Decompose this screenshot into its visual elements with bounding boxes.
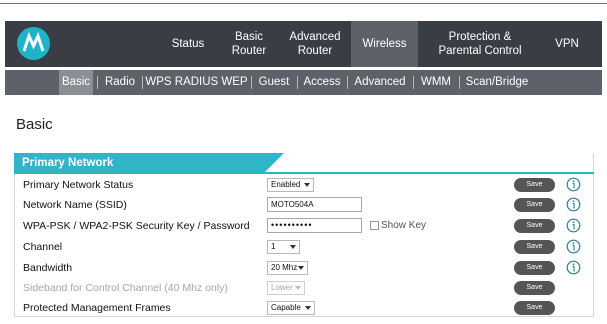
save-button[interactable]: Save (514, 240, 555, 254)
info-icon[interactable] (566, 197, 581, 212)
show-key-label: Show Key (381, 220, 427, 231)
save-button[interactable]: Save (514, 219, 555, 233)
setting-row-sideband: Sideband for Control Channel (40 Mhz onl… (15, 278, 593, 298)
show-key-checkbox[interactable] (370, 221, 379, 230)
setting-row-protected-management-frames: Protected Management Frames Capable Save (15, 298, 593, 318)
info-icon[interactable] (566, 177, 581, 192)
bandwidth-select[interactable]: 20 Mhz (267, 261, 308, 275)
setting-label: Bandwidth (23, 262, 73, 274)
save-button[interactable]: Save (514, 301, 555, 315)
setting-row-channel: Channel 1 Save (15, 237, 593, 257)
chevron-down-icon (295, 286, 301, 290)
info-icon[interactable] (566, 218, 581, 233)
chevron-down-icon (305, 306, 311, 310)
section-title: Primary Network (22, 157, 114, 169)
info-icon[interactable] (566, 260, 581, 275)
setting-label: WPA-PSK / WPA2-PSK Security Key / Passwo… (23, 220, 250, 232)
nav-item-basic-router[interactable]: Basic Router (219, 21, 279, 67)
setting-row-bandwidth: Bandwidth 20 Mhz Save (15, 258, 593, 278)
setting-label: Primary Network Status (23, 179, 134, 191)
sub-navigation: Basic Radio WPS RADIUS WEP Guest Access … (5, 70, 602, 95)
section-header-rule (14, 172, 594, 174)
subnav-basic[interactable]: Basic (59, 70, 93, 95)
setting-row-security-key: WPA-PSK / WPA2-PSK Security Key / Passwo… (15, 216, 593, 236)
subnav-separator (142, 76, 143, 89)
save-button[interactable]: Save (514, 281, 555, 295)
nav-item-protection-parental-control[interactable]: Protection & Parental Control (425, 21, 535, 67)
primary-network-status-select[interactable]: Enabled (267, 178, 314, 192)
save-button[interactable]: Save (514, 261, 555, 275)
channel-select[interactable]: 1 (267, 240, 300, 254)
setting-label: Channel (23, 241, 63, 253)
subnav-separator (459, 76, 460, 89)
subnav-separator (297, 76, 298, 89)
nav-item-advanced-router[interactable]: Advanced Router (283, 21, 347, 67)
security-key-input[interactable]: •••••••••• (267, 218, 362, 233)
subnav-access[interactable]: Access (300, 70, 344, 95)
subnav-guest[interactable]: Guest (254, 70, 294, 95)
chevron-down-icon (290, 245, 296, 249)
page-title: Basic (16, 116, 53, 133)
top-navigation: Status Basic Router Advanced Router Wire… (5, 21, 602, 67)
subnav-separator (97, 76, 98, 89)
setting-row-primary-network-status: Primary Network Status Enabled Save (15, 175, 593, 195)
subnav-scan-bridge[interactable]: Scan/Bridge (462, 70, 532, 95)
subnav-separator (347, 76, 348, 89)
ssid-input[interactable]: MOTO504A (267, 197, 362, 212)
protected-management-frames-select[interactable]: Capable (267, 301, 315, 315)
sideband-select: Lower (267, 281, 305, 295)
nav-item-vpn[interactable]: VPN (542, 21, 592, 67)
setting-label: Sideband for Control Channel (40 Mhz onl… (23, 282, 228, 294)
subnav-separator (251, 76, 252, 89)
setting-label: Protected Management Frames (23, 302, 171, 314)
setting-row-network-name: Network Name (SSID) MOTO504A Save (15, 195, 593, 215)
motorola-logo[interactable] (17, 27, 50, 60)
subnav-advanced[interactable]: Advanced (350, 70, 410, 95)
subnav-wmm[interactable]: WMM (416, 70, 456, 95)
chevron-down-icon (304, 183, 310, 187)
save-button[interactable]: Save (514, 178, 555, 192)
info-icon[interactable] (566, 239, 581, 254)
save-button[interactable]: Save (514, 198, 555, 212)
top-divider (0, 3, 607, 4)
setting-label: Network Name (SSID) (23, 199, 127, 211)
subnav-separator (413, 76, 414, 89)
subnav-radio[interactable]: Radio (101, 70, 139, 95)
nav-item-status[interactable]: Status (162, 21, 214, 67)
chevron-down-icon (298, 266, 304, 270)
subnav-wps-radius-wep[interactable]: WPS RADIUS WEP (145, 70, 248, 95)
nav-item-wireless[interactable]: Wireless (351, 21, 418, 67)
section-header: Primary Network (14, 153, 284, 173)
